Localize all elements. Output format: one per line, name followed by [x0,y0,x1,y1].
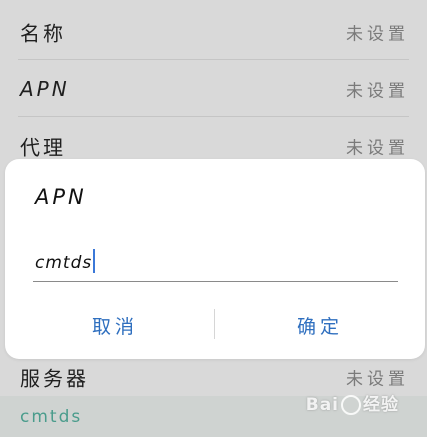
setting-value: 未设置 [346,138,409,158]
setting-label: 服务器 [20,366,89,390]
setting-label: 名称 [20,21,66,45]
setting-value: 未设置 [346,369,409,389]
setting-label: 代理 [20,135,66,159]
apn-input-field[interactable]: cmtds [33,243,398,282]
setting-row-name[interactable]: 名称 未设置 [0,3,427,60]
apn-input-text: cmtds [35,253,93,273]
text-caret [93,249,96,273]
paw-icon [341,395,361,415]
watermark-logo: Bai 经验 [306,390,399,415]
apn-input-value[interactable]: cmtds [35,249,96,275]
setting-row-apn[interactable]: APN 未设置 [0,60,427,117]
apn-edit-dialog: APN cmtds 取消 确定 [5,159,425,359]
button-divider [214,309,215,339]
ok-button[interactable]: 确定 [230,307,410,347]
setting-label: APN [20,76,70,101]
highlighted-row-label: cmtds [20,406,83,427]
watermark-text: 经验 [363,395,399,415]
watermark-text: Bai [305,395,339,415]
setting-value: 未设置 [346,81,409,101]
dialog-title: APN [35,185,87,209]
cancel-button[interactable]: 取消 [25,307,205,347]
setting-value: 未设置 [346,24,409,44]
